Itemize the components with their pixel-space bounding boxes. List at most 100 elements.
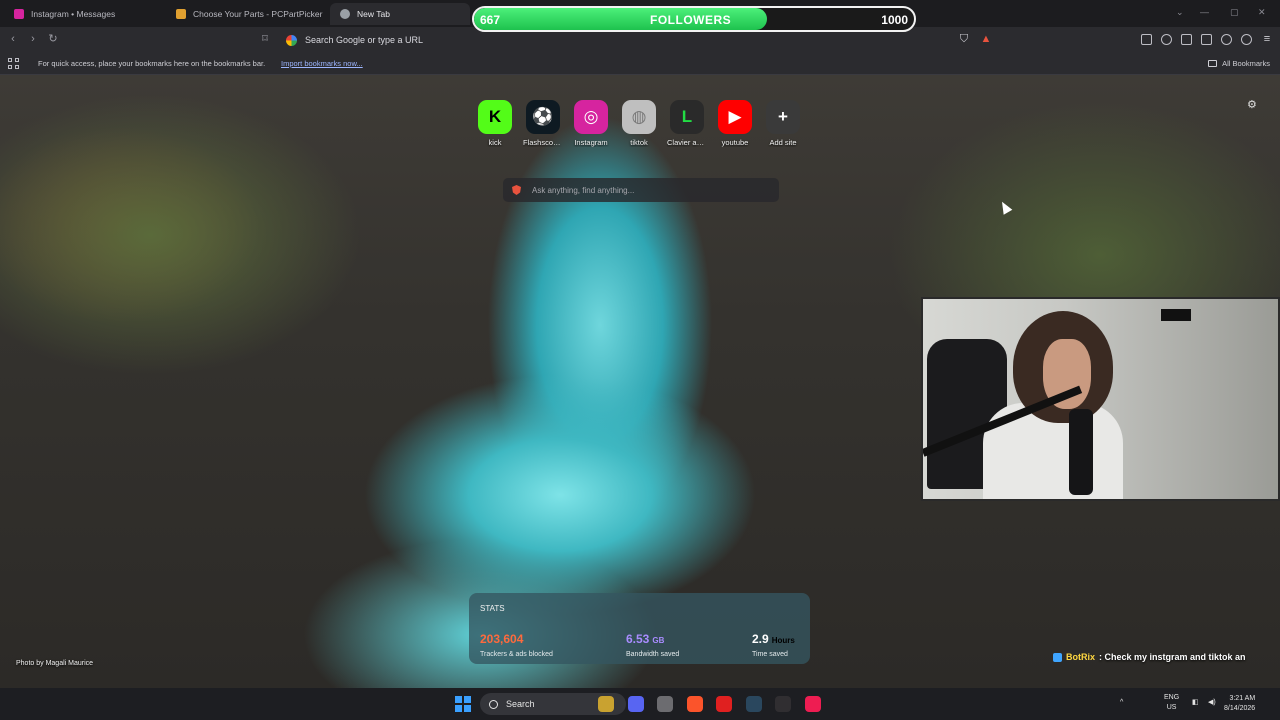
- acrobat-app-icon[interactable]: [716, 696, 732, 712]
- google-icon: [286, 34, 297, 46]
- tiktok-app-icon[interactable]: [804, 696, 821, 712]
- screen: Instagram • Messages Choose Your Parts -…: [0, 0, 1280, 720]
- maximize-icon[interactable]: ▢: [1230, 7, 1239, 18]
- close-icon[interactable]: ✕: [1258, 7, 1266, 18]
- follower-label: FOLLOWERS: [650, 13, 732, 27]
- extensions-icon[interactable]: [1141, 34, 1152, 45]
- speed-dial-tile[interactable]: ⚽ Flashscore...: [523, 100, 563, 156]
- speed-dial-tile[interactable]: ◎ Instagram: [571, 100, 611, 156]
- stat-value: 6.53: [626, 632, 650, 646]
- tile-label: tiktok: [630, 138, 648, 147]
- sidebar-icon[interactable]: [1181, 34, 1192, 45]
- language: ENG: [1164, 694, 1180, 701]
- speed-dial-tile[interactable]: Kkick: [475, 100, 515, 156]
- tile-label: youtube: [721, 138, 749, 147]
- bookmark-icon[interactable]: ⌑: [258, 32, 272, 46]
- chat-overlay: BotRix : Check my instgram and tiktok an: [1053, 652, 1246, 662]
- tab-new-tab[interactable]: New Tab: [330, 3, 470, 25]
- site-icon: ▶: [718, 100, 752, 134]
- tile-label: Clavier am...: [667, 138, 707, 147]
- tab-pcpartpicker[interactable]: Choose Your Parts - PCPartPicker: [166, 3, 334, 25]
- stat-label: Time saved: [752, 651, 788, 658]
- menu-icon[interactable]: ≡: [1260, 32, 1274, 46]
- speed-dial-tile[interactable]: L Clavier am...: [667, 100, 707, 156]
- all-bookmarks-label: All Bookmarks: [1222, 59, 1270, 68]
- tab-title: Instagram • Messages: [31, 9, 116, 19]
- stat-bandwidth: 6.53 GB Bandwidth saved: [626, 630, 679, 658]
- stat-label: Bandwidth saved: [626, 651, 680, 658]
- reload-icon[interactable]: ↻: [46, 32, 60, 46]
- shield-icon: [340, 9, 350, 19]
- import-bookmarks-link[interactable]: Import bookmarks now...: [281, 59, 363, 68]
- region: US: [1166, 704, 1177, 711]
- brave-shields-icon[interactable]: ⛉: [957, 32, 971, 46]
- stat-time: 2.9 Hours Time saved: [752, 630, 795, 658]
- site-icon: ◍: [622, 100, 656, 134]
- webcam-overlay: [921, 297, 1280, 501]
- tab-title: New Tab: [357, 9, 390, 19]
- chat-user: BotRix: [1066, 652, 1095, 662]
- chat-message: : Check my instgram and tiktok an: [1099, 652, 1246, 662]
- windows-start-icon[interactable]: [455, 696, 471, 712]
- chevron-up-icon[interactable]: ^: [1120, 698, 1123, 708]
- site-icon: L: [670, 100, 704, 134]
- brave-app-icon[interactable]: [686, 696, 703, 712]
- tile-label: kick: [488, 138, 502, 147]
- clock[interactable]: 3:21 AM 8/14/2026: [1224, 694, 1255, 714]
- bookmarks-bar: For quick access, place your bookmarks h…: [0, 52, 1280, 75]
- back-icon[interactable]: ‹: [6, 32, 20, 46]
- stat-value: 203,604: [480, 632, 524, 646]
- bookmarks-hint: For quick access, place your bookmarks h…: [38, 59, 266, 68]
- apps-grid-icon[interactable]: [8, 58, 19, 69]
- discord-app-icon[interactable]: [627, 696, 644, 712]
- forward-icon[interactable]: ›: [26, 32, 40, 46]
- site-icon: +: [766, 100, 800, 134]
- photo-credit[interactable]: Photo by Magali Maurice: [16, 660, 93, 667]
- brave-icon: [512, 185, 521, 195]
- tile-label: Instagram: [574, 138, 608, 147]
- search-box[interactable]: Ask anything, find anything...: [503, 178, 779, 202]
- address-placeholder: Search Google or type a URL: [305, 35, 424, 45]
- stat-value: 2.9: [752, 632, 769, 646]
- tab-title: Choose Your Parts - PCPartPicker: [193, 9, 323, 19]
- site-icon: ⚽: [526, 100, 560, 134]
- leo-ai-icon[interactable]: [1221, 34, 1232, 45]
- brave-rewards-icon[interactable]: ▲: [979, 32, 993, 46]
- stat-trackers: 203,604 Trackers & ads blocked: [480, 630, 553, 658]
- speed-dial-tile[interactable]: ▶ youtube: [715, 100, 755, 156]
- search-placeholder: Ask anything, find anything...: [532, 185, 635, 195]
- search-icon: [489, 699, 498, 709]
- steam-app-icon[interactable]: [745, 696, 762, 712]
- media-icon[interactable]: [1161, 34, 1172, 45]
- stat-unit: Hours: [771, 636, 795, 645]
- all-bookmarks-button[interactable]: All Bookmarks: [1208, 59, 1270, 68]
- speed-dial-tile[interactable]: ◍ tiktok: [619, 100, 659, 156]
- follower-target: 1000: [881, 13, 908, 27]
- wallet-icon[interactable]: [1201, 34, 1212, 45]
- tile-label: Flashscore...: [523, 138, 563, 147]
- obs-app-icon[interactable]: [775, 696, 791, 712]
- tab-list-icon[interactable]: ⌄: [1176, 7, 1184, 18]
- tab-instagram[interactable]: Instagram • Messages: [4, 3, 164, 25]
- file-app-icon[interactable]: [598, 696, 614, 712]
- taskbar: Search ^ ENG US ◧ ◀) 3:21 AM 8/14/2026: [0, 688, 1280, 720]
- stats-title: STATS: [480, 604, 505, 613]
- taskbar-search-label: Search: [506, 699, 535, 709]
- site-icon: ◎: [574, 100, 608, 134]
- instagram-icon: [14, 9, 24, 19]
- language-indicator[interactable]: ENG US: [1164, 693, 1179, 713]
- pcpartpicker-icon: [176, 9, 186, 19]
- follower-current: 667: [480, 13, 501, 27]
- vpn-icon[interactable]: [1241, 34, 1252, 45]
- speed-dial-tile[interactable]: + Add site: [763, 100, 803, 156]
- gear-icon[interactable]: ⚙: [1247, 98, 1257, 111]
- stats-card: STATS 203,604 Trackers & ads blocked 6.5…: [469, 593, 810, 664]
- network-icon[interactable]: ◧: [1192, 698, 1199, 708]
- address-bar[interactable]: Search Google or type a URL: [280, 30, 952, 50]
- site-icon: K: [478, 100, 512, 134]
- settings-app-icon[interactable]: [657, 696, 673, 712]
- clock-time: 3:21 AM: [1229, 695, 1256, 702]
- tile-label: Add site: [769, 138, 797, 147]
- minimize-icon[interactable]: —: [1200, 7, 1209, 17]
- volume-icon[interactable]: ◀): [1208, 698, 1216, 708]
